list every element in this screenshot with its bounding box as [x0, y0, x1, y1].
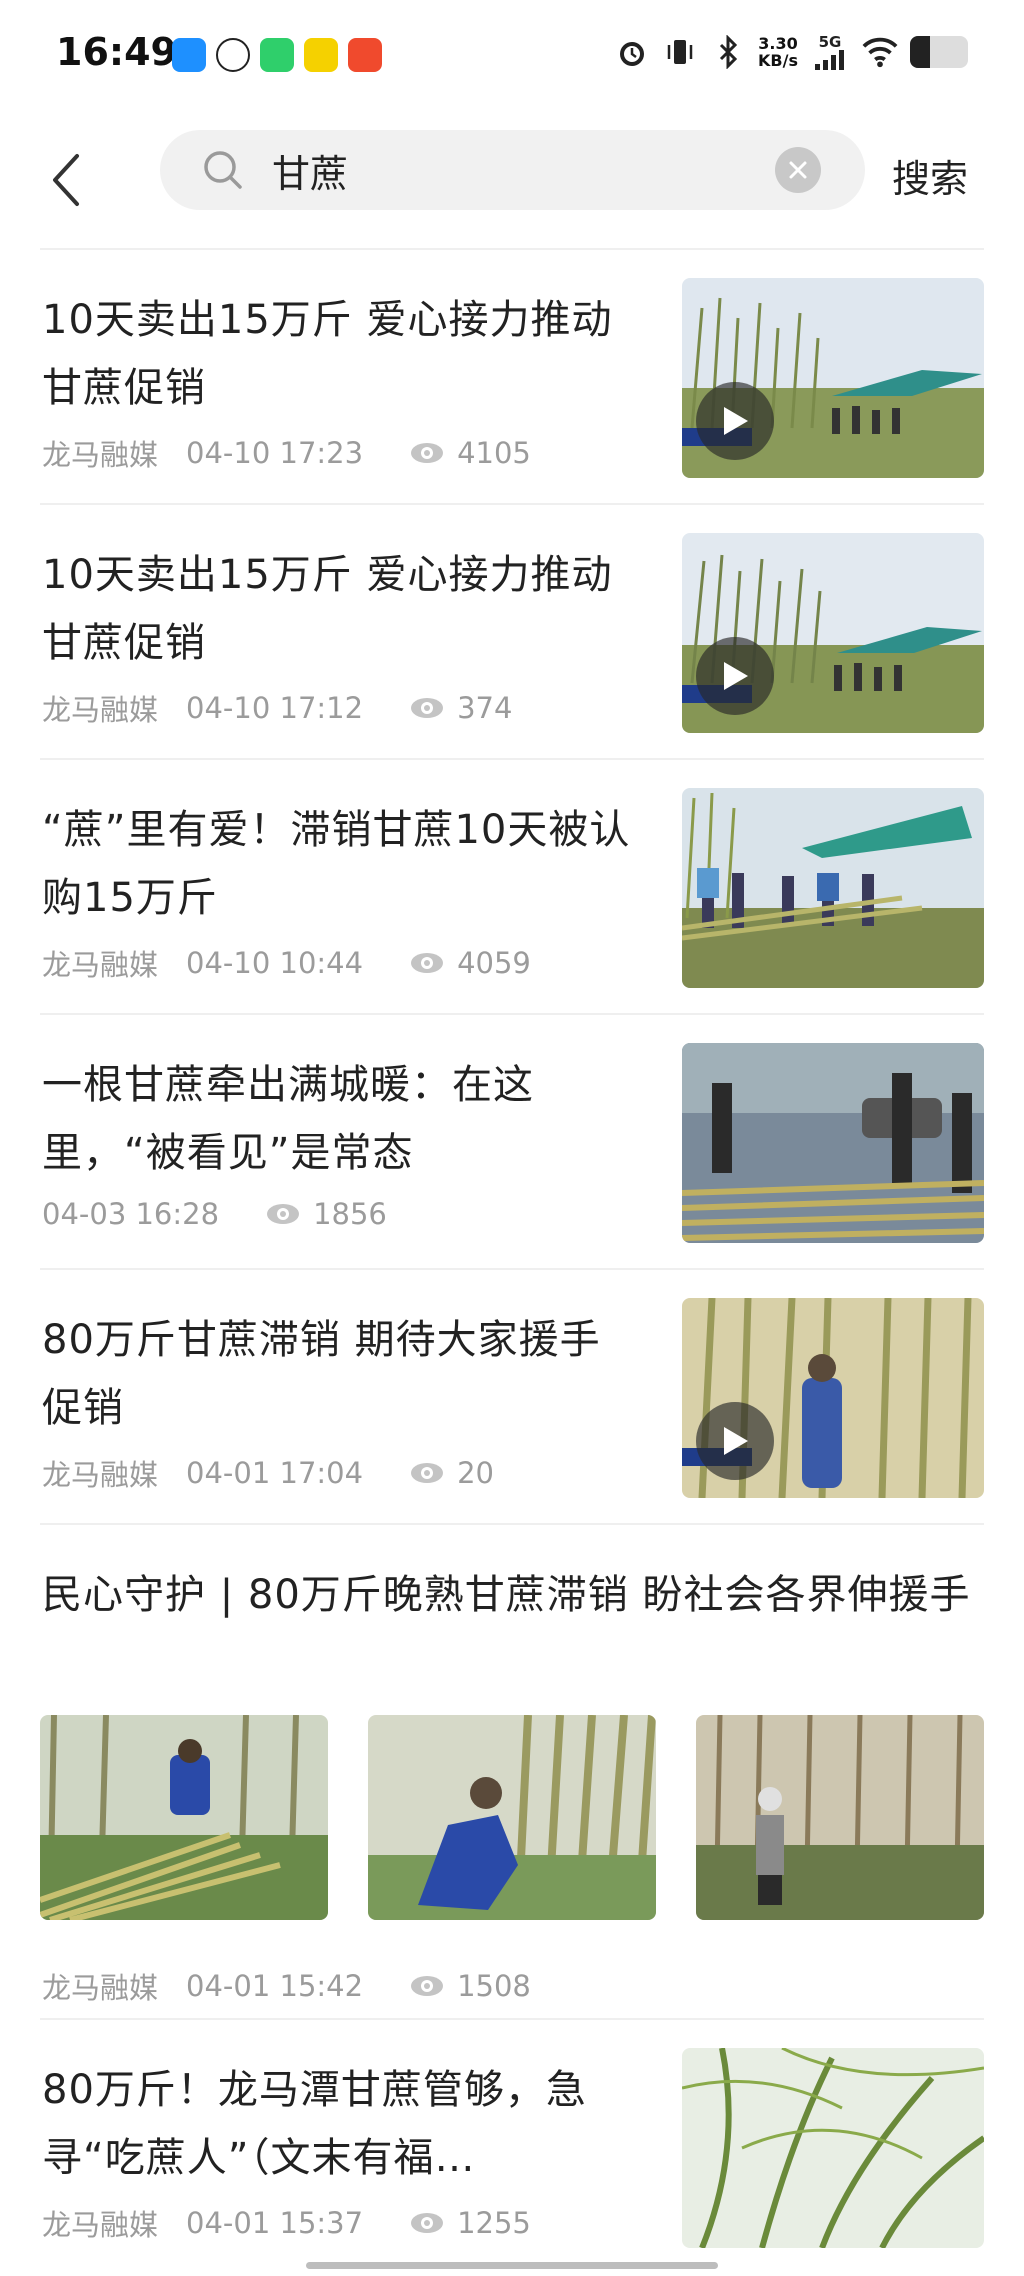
search-input[interactable]	[272, 130, 732, 210]
news-meta: 龙马融媒 04-01 15:37 1255	[42, 2202, 531, 2244]
clear-icon	[789, 161, 807, 179]
eye-icon	[411, 698, 444, 718]
news-item[interactable]: 80万斤甘蔗滞销 期待大家援手促销 龙马融媒 04-01 17:04 20	[40, 1268, 984, 1523]
news-source: 龙马融媒	[42, 1971, 159, 2005]
news-meta: 龙马融媒 04-10 10:44 4059	[42, 942, 531, 984]
game-notification-icon	[304, 38, 338, 72]
news-thumbnail[interactable]	[682, 1298, 984, 1498]
news-title[interactable]: 10天卖出15万斤 爱心接力推动甘蔗促销	[42, 541, 632, 677]
news-time: 04-01 15:42	[186, 1969, 364, 2003]
listen-notification-icon	[348, 38, 382, 72]
net-speed-unit: KB/s	[758, 51, 798, 70]
eye-icon	[411, 443, 444, 463]
news-views: 1255	[457, 2206, 531, 2240]
alarm-icon	[614, 34, 650, 70]
news-time: 04-01 17:04	[186, 1456, 364, 1490]
eye-icon	[411, 2213, 444, 2233]
news-title[interactable]: 民心守护 | 80万斤晚熟甘蔗滞销 盼社会各界伸援手	[42, 1561, 986, 1629]
news-thumbnail[interactable]	[696, 1715, 984, 1920]
vibrate-icon	[662, 34, 698, 70]
app-notification-icon	[172, 38, 206, 72]
news-title[interactable]: 一根甘蔗牵出满城暖：在这里，“被看见”是常态	[42, 1051, 632, 1187]
bluetooth-icon	[710, 34, 746, 70]
eye-icon	[411, 1976, 444, 1996]
play-button[interactable]	[696, 382, 774, 460]
back-button[interactable]	[36, 140, 96, 220]
news-time: 04-10 17:23	[186, 436, 364, 470]
news-source: 龙马融媒	[42, 2208, 159, 2242]
search-header: 搜索	[0, 110, 1024, 240]
news-meta: 龙马融媒 04-10 17:12 374	[42, 687, 512, 729]
play-icon	[724, 1427, 748, 1455]
news-source: 龙马融媒	[42, 438, 159, 472]
news-source: 龙马融媒	[42, 948, 159, 982]
news-views: 1508	[457, 1969, 531, 2003]
news-views: 1856	[313, 1197, 387, 1231]
news-source: 龙马融媒	[42, 1458, 159, 1492]
net-speed: 3.30 KB/s	[758, 35, 798, 69]
news-item[interactable]: 80万斤！龙马潭甘蔗管够，急寻“吃蔗人”（文末有福… 龙马融媒 04-01 15…	[40, 2018, 984, 2273]
news-thumbnail[interactable]	[682, 2048, 984, 2248]
battery-level	[910, 36, 931, 68]
status-time: 16:49	[56, 30, 177, 74]
search-box[interactable]	[160, 130, 865, 210]
news-meta: 龙马融媒 04-01 17:04 20	[42, 1452, 494, 1494]
news-views: 374	[457, 691, 513, 725]
home-indicator[interactable]	[306, 2262, 718, 2269]
news-time: 04-10 10:44	[186, 946, 364, 980]
news-thumbnail[interactable]	[682, 533, 984, 733]
news-thumbnail[interactable]	[40, 1715, 328, 1920]
news-time: 04-10 17:12	[186, 691, 364, 725]
news-item[interactable]: 一根甘蔗牵出满城暖：在这里，“被看见”是常态 04-03 16:28 1856	[40, 1013, 984, 1268]
news-title[interactable]: 10天卖出15万斤 爱心接力推动甘蔗促销	[42, 286, 632, 422]
news-item[interactable]: 民心守护 | 80万斤晚熟甘蔗滞销 盼社会各界伸援手 龙马融媒 04-01 15…	[40, 1523, 984, 2018]
news-source: 龙马融媒	[42, 693, 159, 727]
back-arrow-icon	[53, 154, 79, 206]
status-bar: 16:49 3.30 KB/s 5G	[0, 0, 1024, 110]
news-thumbnail[interactable]	[682, 278, 984, 478]
notification-icons	[172, 38, 382, 72]
news-views: 20	[457, 1456, 494, 1490]
news-meta: 04-03 16:28 1856	[42, 1197, 387, 1231]
news-title[interactable]: “蔗”里有爱！滞销甘蔗10天被认购15万斤	[42, 796, 632, 932]
signal-label: 5G	[818, 32, 842, 51]
clear-button[interactable]	[775, 147, 821, 193]
wifi-icon	[862, 34, 898, 70]
news-meta: 龙马融媒 04-10 17:23 4105	[42, 432, 531, 474]
news-item[interactable]: 10天卖出15万斤 爱心接力推动甘蔗促销 龙马融媒 04-10 17:23 41…	[40, 248, 984, 503]
search-submit-button[interactable]: 搜索	[892, 148, 968, 203]
play-icon	[724, 662, 748, 690]
battery-icon	[910, 36, 968, 68]
news-thumbnail[interactable]	[368, 1715, 656, 1920]
news-title[interactable]: 80万斤！龙马潭甘蔗管够，急寻“吃蔗人”（文末有福…	[42, 2056, 632, 2192]
news-thumbnail-group	[40, 1715, 984, 1920]
news-meta: 龙马融媒 04-01 15:42 1508	[42, 1965, 531, 2007]
news-views: 4059	[457, 946, 531, 980]
signal-icon: 5G	[810, 34, 850, 70]
news-thumbnail[interactable]	[682, 788, 984, 988]
news-time: 04-03 16:28	[42, 1197, 220, 1231]
eye-icon	[411, 1463, 444, 1483]
news-views: 4105	[457, 436, 531, 470]
play-button[interactable]	[696, 1402, 774, 1480]
play-button[interactable]	[696, 637, 774, 715]
status-right: 3.30 KB/s 5G	[614, 34, 968, 70]
eye-icon	[267, 1204, 300, 1224]
search-icon	[204, 151, 242, 189]
news-item[interactable]: 10天卖出15万斤 爱心接力推动甘蔗促销 龙马融媒 04-10 17:12 37…	[40, 503, 984, 758]
qq-notification-icon	[216, 38, 250, 72]
net-speed-value: 3.30	[758, 34, 798, 53]
news-item[interactable]: “蔗”里有爱！滞销甘蔗10天被认购15万斤 龙马融媒 04-10 10:44 4…	[40, 758, 984, 1013]
news-feed: 10天卖出15万斤 爱心接力推动甘蔗促销 龙马融媒 04-10 17:23 41…	[0, 248, 1024, 2273]
eye-icon	[411, 953, 444, 973]
news-title[interactable]: 80万斤甘蔗滞销 期待大家援手促销	[42, 1306, 632, 1442]
news-thumbnail[interactable]	[682, 1043, 984, 1243]
news-time: 04-01 15:37	[186, 2206, 364, 2240]
phone-notification-icon	[260, 38, 294, 72]
play-icon	[724, 407, 748, 435]
